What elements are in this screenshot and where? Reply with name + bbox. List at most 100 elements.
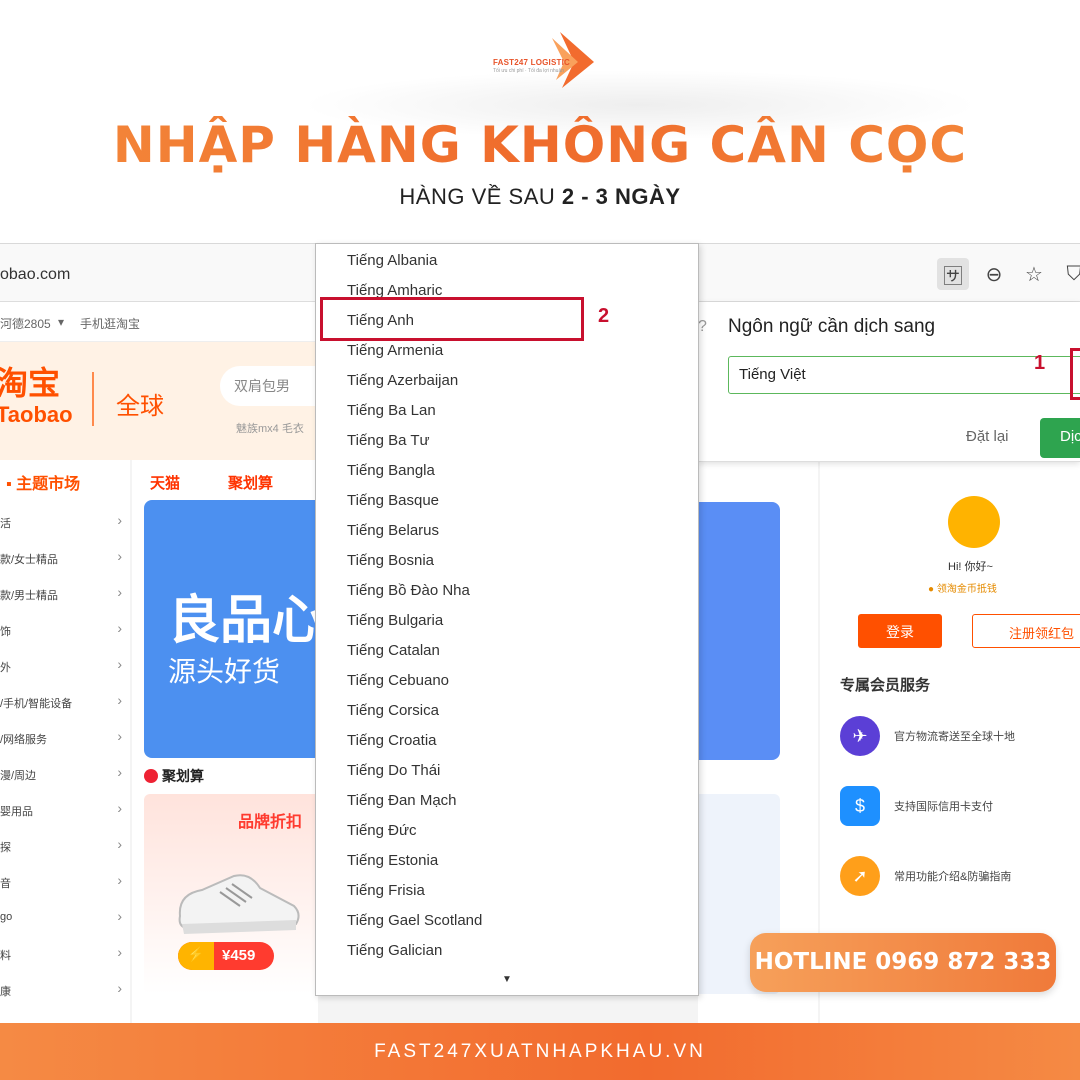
sidebar-item[interactable]: 婴用品 › xyxy=(0,800,130,820)
step1-label: 1 xyxy=(1034,352,1046,374)
taobao-logo-cn[interactable]: 淘宝 xyxy=(0,366,60,400)
brand-discount-title: 品牌折扣 xyxy=(238,814,303,831)
register-button[interactable]: 注册领红包 xyxy=(972,614,1080,648)
zoom-out-icon[interactable]: ⊖ xyxy=(978,258,1010,290)
language-option[interactable]: Tiếng Bosnia xyxy=(347,552,434,582)
step2-label: 2 xyxy=(598,305,610,327)
tab-juhuasuan[interactable]: 聚划算 xyxy=(228,472,273,493)
language-option[interactable]: Tiếng Basque xyxy=(347,492,439,522)
language-option[interactable]: Tiếng Ba Tư xyxy=(347,432,430,462)
translate-button[interactable]: Dịch xyxy=(1040,418,1080,458)
hero-banner[interactable]: 良品心 源头好货 xyxy=(144,500,324,758)
greeting: Hi! 你好~ xyxy=(948,561,993,573)
language-option[interactable]: Tiếng Corsica xyxy=(347,702,439,732)
main-content: 天猫 聚划算 良品心 源头好货 聚划算 品牌折扣 ⚡ ¥459 xyxy=(132,460,324,1023)
language-option[interactable]: Tiếng Bồ Đào Nha xyxy=(347,582,470,612)
language-option[interactable]: Tiếng Đức xyxy=(347,822,417,852)
language-option[interactable]: Tiếng Belarus xyxy=(347,522,439,552)
url-text[interactable]: obao.com xyxy=(0,266,70,284)
taobao-logo-en[interactable]: Taobao xyxy=(0,402,73,428)
login-button[interactable]: 登录 xyxy=(858,614,942,648)
sidebar-item[interactable]: go › xyxy=(0,908,130,928)
chevron-right-icon: › xyxy=(117,836,122,852)
sidebar-item[interactable]: 料 › xyxy=(0,944,130,964)
language-option[interactable]: Tiếng Cebuano xyxy=(347,672,449,702)
coin-link[interactable]: ● 领淘金币抵钱 xyxy=(928,580,997,595)
translate-title: Ngôn ngữ cần dịch sang xyxy=(728,316,936,337)
chevron-right-icon: › xyxy=(117,908,122,924)
sidebar-item[interactable]: 外 › xyxy=(0,656,130,676)
language-option[interactable]: Tiếng Galician xyxy=(347,942,442,972)
language-option[interactable]: Tiếng Frisia xyxy=(347,882,425,912)
language-option[interactable]: Tiếng Estonia xyxy=(347,852,438,882)
service-item[interactable]: ✈ 官方物流寄送至全球十地 xyxy=(840,716,1080,756)
taobao-topnav: 河德2805 ▾ 手机逛淘宝 xyxy=(0,302,320,342)
chevron-right-icon: › xyxy=(117,800,122,816)
search-input[interactable]: 双肩包男 xyxy=(220,366,330,406)
sidebar-item[interactable]: 款/女士精品 › xyxy=(0,548,130,568)
banner-subtitle: 源头好货 xyxy=(168,656,281,687)
logo-tagline: Tối ưu chi phí · Tối đa lợi nhuận xyxy=(493,68,565,74)
reset-button[interactable]: Đặt lại xyxy=(966,428,1009,445)
shoe-image xyxy=(178,874,300,934)
shield-icon[interactable]: ⛉ xyxy=(1058,258,1080,290)
search-hint[interactable]: 魅族mx4 毛衣 xyxy=(236,420,304,436)
language-option[interactable]: Tiếng Armenia xyxy=(347,342,443,372)
help-icon[interactable]: ? xyxy=(698,318,707,336)
footer: FAST247XUATNHAPKHAU.VN xyxy=(0,1023,1080,1080)
topnav-mobile[interactable]: 手机逛淘宝 xyxy=(80,315,140,332)
chevron-right-icon: › xyxy=(117,764,122,780)
sidebar-item[interactable]: 活 › xyxy=(0,512,130,532)
sidebar-item[interactable]: /手机/智能设备 › xyxy=(0,692,130,712)
language-option[interactable]: Tiếng Catalan xyxy=(347,642,440,672)
language-option[interactable]: Tiếng Đan Mạch xyxy=(347,792,457,822)
banner-illustration[interactable] xyxy=(698,502,780,760)
sidebar-item[interactable]: 康 › xyxy=(0,980,130,1000)
language-option[interactable]: Tiếng Do Thái xyxy=(347,762,440,792)
banner-title: 良品心 xyxy=(168,592,325,650)
logo-text: FAST247 LOGISTIC xyxy=(493,58,570,67)
subtitle-days: 2 - 3 NGÀY xyxy=(561,184,681,209)
chevron-right-icon: › xyxy=(117,656,122,672)
sidebar-item[interactable]: /网络服务 › xyxy=(0,728,130,748)
language-option[interactable]: Tiếng Croatia xyxy=(347,732,437,762)
sidebar-item[interactable]: 饰 › xyxy=(0,620,130,640)
language-option[interactable]: Tiếng Bangla xyxy=(347,462,435,492)
tab-tmall[interactable]: 天猫 xyxy=(150,472,180,493)
footer-website[interactable]: FAST247XUATNHAPKHAU.VN xyxy=(0,1041,1080,1063)
brand-discount-card[interactable]: 品牌折扣 ⚡ ¥459 xyxy=(144,794,324,994)
chevron-right-icon: › xyxy=(117,728,122,744)
price-tag[interactable]: ⚡ ¥459 xyxy=(178,942,274,970)
page-title: NHẬP HÀNG KHÔNG CẦN CỌC xyxy=(0,116,1080,174)
service-item[interactable]: $ 支持国际信用卡支付 xyxy=(840,786,1080,826)
language-option[interactable]: Tiếng Albania xyxy=(347,252,437,282)
sidebar-item[interactable]: 探 › xyxy=(0,836,130,856)
juhuasuan-icon xyxy=(144,769,158,783)
sidebar-item[interactable]: 音 › xyxy=(0,872,130,892)
hotline-button[interactable]: HOTLINE 0969 872 333 xyxy=(750,933,1056,992)
chevron-right-icon: › xyxy=(117,692,122,708)
sidebar-item[interactable]: 款/男士精品 › xyxy=(0,584,130,604)
language-option[interactable]: Tiếng Azerbaijan xyxy=(347,372,458,402)
service-item[interactable]: ➚ 常用功能介绍&防骗指南 xyxy=(840,856,1080,896)
page-subtitle: HÀNG VỀ SAU 2 - 3 NGÀY xyxy=(0,184,1080,210)
chevron-right-icon: › xyxy=(117,980,122,996)
taobao-header: 淘宝 Taobao 全球 双肩包男 魅族mx4 毛衣 xyxy=(0,342,330,460)
vip-title: 专属会员服务 xyxy=(840,677,931,694)
star-icon[interactable]: ☆ xyxy=(1018,258,1050,290)
chevron-right-icon: › xyxy=(117,584,122,600)
language-option[interactable]: Tiếng Ba Lan xyxy=(347,402,436,432)
topnav-location[interactable]: 河德2805 xyxy=(0,315,51,332)
chevron-right-icon: › xyxy=(117,512,122,528)
language-dropdown[interactable]: Tiếng Albania Tiếng Amharic Tiếng Anh Ti… xyxy=(315,243,699,996)
highlight-box-step1 xyxy=(1070,348,1080,400)
language-option[interactable]: Tiếng Bulgaria xyxy=(347,612,443,642)
chevron-right-icon: › xyxy=(117,620,122,636)
language-option[interactable]: Tiếng Gael Scotland xyxy=(347,912,482,942)
translate-icon[interactable]: 🈂 xyxy=(937,258,969,290)
scroll-down-icon[interactable]: ▼ xyxy=(502,974,512,985)
sidebar-item[interactable]: 漫/周边 › xyxy=(0,764,130,784)
category-sidebar: ▪ 主题市场 活 › 款/女士精品 › 款/男士精品 › 饰 › 外 › /手机/智能设备… xyxy=(0,460,130,1023)
sidebar-title: ▪ 主题市场 xyxy=(6,476,81,493)
target-language-select[interactable]: Tiếng Việt xyxy=(728,356,1080,394)
